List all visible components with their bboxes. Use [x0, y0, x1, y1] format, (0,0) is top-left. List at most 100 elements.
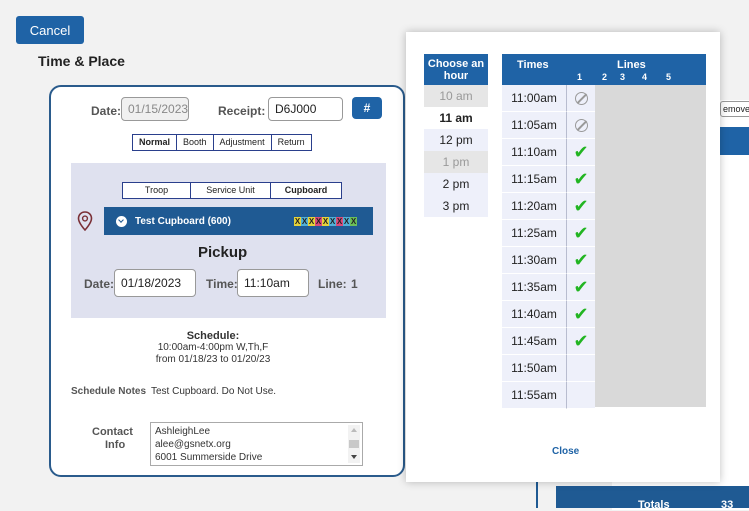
remove-button-partial[interactable]: emove: [720, 101, 749, 117]
textarea-scrollbar[interactable]: [348, 425, 360, 463]
pickup-time-field[interactable]: 11:10am: [237, 269, 309, 297]
code-char: X: [308, 216, 315, 226]
time-slot[interactable]: 11:45am: [502, 328, 566, 355]
unavailable-icon: [574, 118, 588, 132]
time-slot[interactable]: 11:15am: [502, 166, 566, 193]
hour-option[interactable]: 11 am: [424, 107, 488, 129]
hour-option[interactable]: 12 pm: [424, 129, 488, 151]
receipt-field[interactable]: D6J000: [268, 97, 343, 121]
cupboard-name: Test Cupboard (600): [135, 215, 231, 227]
checkmark-icon: ✔: [573, 304, 589, 324]
line-1-slot: [566, 112, 595, 139]
code-char: X: [350, 216, 357, 226]
line-number-2: 2: [602, 72, 608, 82]
order-type-selector: Normal Booth Adjustment Return: [132, 134, 312, 151]
location-tab-troop[interactable]: Troop: [123, 183, 191, 198]
receipt-label: Receipt:: [218, 104, 266, 118]
time-slot[interactable]: 11:50am: [502, 355, 566, 382]
order-type-normal[interactable]: Normal: [133, 135, 178, 150]
line-number-3: 3: [620, 72, 626, 82]
checkmark-icon: ✔: [573, 142, 589, 162]
map-pin-icon[interactable]: [77, 211, 93, 236]
line-1-column: ✔ ✔ ✔ ✔ ✔ ✔ ✔ ✔: [566, 85, 595, 409]
pickup-date-label: Date:: [84, 277, 115, 291]
order-date-field[interactable]: 01/15/2023: [121, 97, 189, 121]
time-slot[interactable]: 11:55am: [502, 382, 566, 409]
contact-label-line1: Contact: [92, 426, 133, 438]
chevron-down-icon[interactable]: [116, 215, 127, 227]
unavailable-icon: [574, 91, 588, 105]
code-char: X: [294, 216, 301, 226]
order-date-label: Date:: [91, 104, 122, 118]
times-column: 11:00am 11:05am 11:10am 11:15am 11:20am 11:25…: [502, 85, 566, 409]
section-title: Time & Place: [38, 53, 125, 69]
line-value: 1: [351, 277, 358, 291]
order-type-adjustment[interactable]: Adjustment: [214, 135, 272, 150]
contact-line-2: alee@gsnetx.org: [155, 439, 231, 450]
scroll-thumb[interactable]: [349, 440, 359, 448]
scroll-up-icon[interactable]: [351, 428, 357, 432]
code-char: X: [315, 216, 322, 226]
line-1-slot[interactable]: ✔: [566, 274, 595, 301]
line-1-slot[interactable]: ✔: [566, 166, 595, 193]
schedule-notes-value: Test Cupboard. Do Not Use.: [151, 386, 277, 397]
schedule-hours: 10:00am-4:00pm W,Th,F: [157, 342, 269, 353]
schedule-notes-label: Schedule Notes: [71, 386, 147, 397]
hour-column-header: Choose an hour: [424, 54, 488, 85]
lines-header-label: Lines: [617, 59, 646, 71]
location-tab-cupboard[interactable]: Cupboard: [271, 183, 341, 198]
code-char: X: [336, 216, 343, 226]
time-slot[interactable]: 11:00am: [502, 85, 566, 112]
line-number-5: 5: [666, 72, 672, 82]
code-char: X: [301, 216, 308, 226]
line-1-slot: [566, 85, 595, 112]
contact-line-3: 6001 Summerside Drive: [155, 452, 263, 463]
checkmark-icon: ✔: [573, 250, 589, 270]
pickup-date-field[interactable]: 01/18/2023: [114, 269, 196, 297]
line-1-slot[interactable]: ✔: [566, 301, 595, 328]
line-1-slot[interactable]: ✔: [566, 193, 595, 220]
hour-option: 1 pm: [424, 151, 488, 173]
time-slot[interactable]: 11:25am: [502, 220, 566, 247]
line-number-1: 1: [577, 72, 583, 82]
scroll-down-icon[interactable]: [351, 455, 357, 459]
checkmark-icon: ✔: [573, 169, 589, 189]
contact-info-textarea[interactable]: AshleighLee alee@gsnetx.org 6001 Summers…: [150, 422, 363, 466]
line-1-slot: [566, 355, 595, 382]
line-1-slot[interactable]: ✔: [566, 247, 595, 274]
totals-value: 33: [721, 499, 734, 511]
checkmark-icon: ✔: [573, 223, 589, 243]
code-char: X: [329, 216, 336, 226]
times-header: Times Lines 1 2 3 4 5: [502, 54, 706, 85]
line-1-slot[interactable]: ✔: [566, 328, 595, 355]
order-type-booth[interactable]: Booth: [177, 135, 214, 150]
contact-label-line2: Info: [105, 439, 126, 451]
receipt-lookup-button[interactable]: #: [352, 97, 382, 119]
hour-option: 10 am: [424, 85, 488, 107]
line-1-slot: [566, 382, 595, 409]
location-tab-service-unit[interactable]: Service Unit: [191, 183, 271, 198]
unavailable-lines-area: [595, 85, 706, 407]
code-char: X: [343, 216, 350, 226]
line-1-slot[interactable]: ✔: [566, 139, 595, 166]
time-slot[interactable]: 11:05am: [502, 112, 566, 139]
order-type-return[interactable]: Return: [272, 135, 311, 150]
checkmark-icon: ✔: [573, 277, 589, 297]
time-slot[interactable]: 11:40am: [502, 301, 566, 328]
checkmark-icon: ✔: [573, 196, 589, 216]
hour-option[interactable]: 3 pm: [424, 195, 488, 217]
hour-column: Choose an hour 10 am 11 am 12 pm 1 pm 2 pm 3 …: [424, 54, 488, 217]
close-button[interactable]: Close: [552, 446, 579, 457]
time-slot[interactable]: 11:20am: [502, 193, 566, 220]
time-slot[interactable]: 11:10am: [502, 139, 566, 166]
checkmark-icon: ✔: [573, 331, 589, 351]
time-slot[interactable]: 11:35am: [502, 274, 566, 301]
line-label: Line:: [318, 277, 347, 291]
selected-cupboard-bar[interactable]: Test Cupboard (600) XXXXXXXXX: [104, 207, 373, 235]
cancel-button[interactable]: Cancel: [16, 16, 84, 44]
line-1-slot[interactable]: ✔: [566, 220, 595, 247]
schedule-range: from 01/18/23 to 01/20/23: [155, 354, 271, 365]
right-header-partial: [720, 127, 749, 155]
time-slot[interactable]: 11:30am: [502, 247, 566, 274]
hour-option[interactable]: 2 pm: [424, 173, 488, 195]
